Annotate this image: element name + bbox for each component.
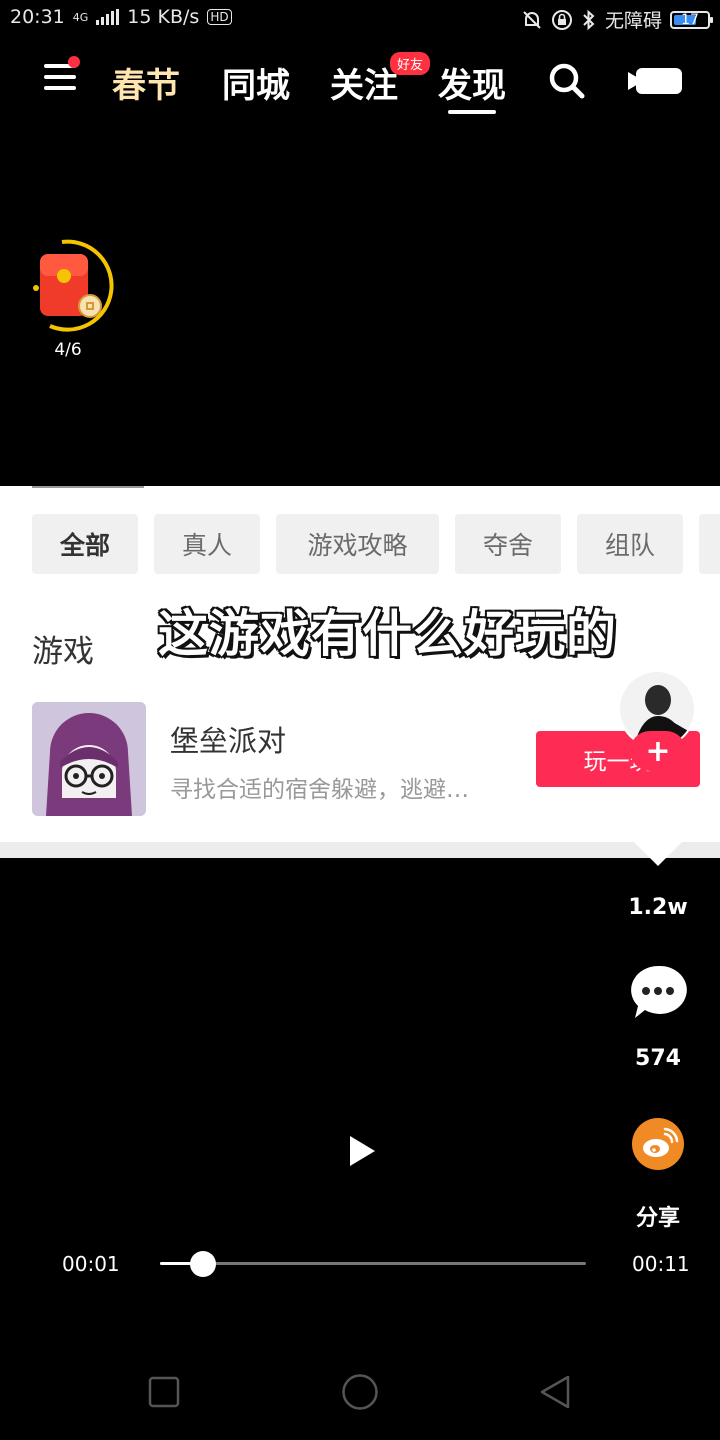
chip-guide[interactable]: 游戏攻略	[276, 514, 439, 574]
network-speed: 15 KB/s	[127, 6, 200, 28]
play-icon[interactable]	[346, 1134, 378, 1168]
tab-following[interactable]: 关注	[330, 58, 398, 107]
status-time: 20:31	[10, 6, 65, 28]
current-time: 00:01	[62, 1252, 120, 1276]
tab-discover[interactable]: 发现	[438, 58, 506, 107]
friends-badge: 好友	[390, 52, 431, 75]
game-description: 寻找合适的宿舍躲避，逃避…	[170, 777, 469, 803]
camera-icon[interactable]	[626, 66, 684, 96]
game-title[interactable]: 堡垒派对	[170, 718, 286, 760]
game-thumbnail[interactable]	[32, 702, 146, 816]
notification-dot	[68, 56, 80, 68]
back-icon[interactable]	[538, 1374, 572, 1410]
battery-icon: 17	[670, 10, 713, 29]
mute-bell-icon	[523, 10, 541, 29]
chip-more[interactable]	[699, 514, 720, 574]
top-nav: 春节 同城 关注 好友 发现	[0, 40, 720, 120]
follow-button[interactable]: +	[630, 731, 686, 771]
card-top-line	[32, 486, 144, 488]
total-time: 00:11	[632, 1252, 690, 1276]
battery-level: 17	[681, 11, 699, 28]
red-packet-progress: 4/6	[54, 340, 82, 360]
video-caption: 这游戏有什么好玩的	[157, 604, 618, 665]
system-nav-bar	[0, 1340, 720, 1440]
status-bar: 20:31 4G 15 KB/s HD 无障碍 17	[0, 0, 720, 36]
chip-possession[interactable]: 夺舍	[455, 514, 561, 574]
share-label[interactable]: 分享	[618, 1200, 698, 1232]
bluetooth-icon	[583, 9, 595, 30]
chip-live[interactable]: 真人	[154, 514, 260, 574]
active-tab-indicator	[448, 110, 496, 114]
signal-icon	[96, 9, 120, 25]
comment-count: 574	[635, 1046, 681, 1071]
like-count: 1.2w	[628, 895, 688, 920]
search-icon[interactable]	[548, 62, 586, 100]
chip-team[interactable]: 组队	[577, 514, 683, 574]
section-title: 游戏	[32, 634, 94, 670]
comment-icon[interactable]	[629, 964, 687, 1020]
progress-knob[interactable]	[189, 1251, 216, 1277]
recent-apps-icon[interactable]	[148, 1376, 180, 1408]
home-icon[interactable]	[341, 1373, 379, 1411]
card-bottom-divider	[0, 842, 720, 858]
tab-same-city[interactable]: 同城	[222, 58, 290, 107]
tab-spring-festival[interactable]: 春节	[112, 58, 180, 107]
lock-rotation-icon	[551, 9, 572, 30]
accessibility-label: 无障碍	[604, 10, 662, 32]
like-heart-icon[interactable]	[628, 816, 688, 868]
hd-icon: HD	[207, 9, 232, 25]
weibo-share-icon[interactable]	[632, 1118, 684, 1170]
red-packet-widget[interactable]	[32, 238, 118, 334]
red-packet-icon	[33, 239, 114, 332]
chip-all[interactable]: 全部	[32, 514, 138, 574]
game-card: 全部 真人 游戏攻略 夺舍 组队 游戏 这游戏有什么好玩的 堡垒派对 寻找合适的…	[0, 486, 720, 842]
progress-track[interactable]	[160, 1262, 586, 1265]
network-type: 4G	[72, 10, 89, 24]
